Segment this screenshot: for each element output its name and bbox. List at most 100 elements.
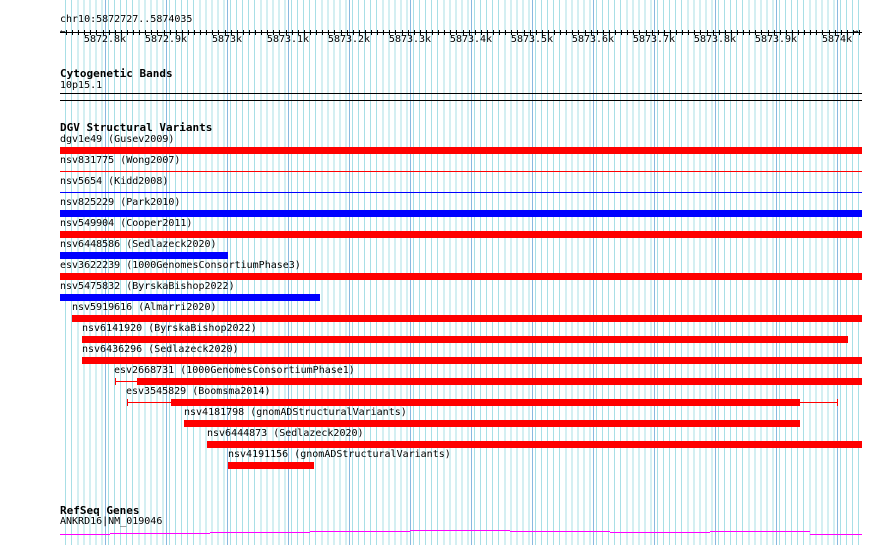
sv-feature-bar[interactable]	[60, 273, 862, 280]
sv-feature-label[interactable]: esv3622239 (1000GenomesConsortiumPhase3)	[60, 260, 301, 271]
sv-feature-end-tick[interactable]	[837, 399, 838, 406]
sv-feature-line[interactable]	[115, 381, 137, 382]
gene-segment[interactable]	[210, 532, 310, 533]
sv-feature-label[interactable]: nsv6436296 (Sedlazeck2020)	[82, 344, 239, 355]
sv-feature-line[interactable]	[60, 171, 862, 172]
sv-feature-end-tick[interactable]	[127, 399, 128, 406]
scale-tick	[487, 30, 488, 35]
sv-feature-bar[interactable]	[60, 210, 862, 217]
scale-tick	[249, 30, 250, 35]
scale-axis[interactable]	[60, 32, 862, 33]
scale-tick	[200, 30, 201, 35]
sv-feature-label[interactable]: nsv825229 (Park2010)	[60, 197, 180, 208]
gene-label[interactable]: ANKRD16|NM_019046	[60, 516, 162, 527]
scale-tick	[774, 30, 775, 35]
sv-feature-label[interactable]: nsv5475832 (ByrskaBishop2022)	[60, 281, 235, 292]
scale-tick	[438, 30, 439, 35]
cytoband-label[interactable]: 10p15.1	[60, 80, 102, 91]
scale-tick-label: 5873.1k	[266, 34, 310, 45]
gene-segment[interactable]	[510, 531, 610, 532]
sv-feature-label[interactable]: esv2668731 (1000GenomesConsortiumPhase1)	[114, 365, 355, 376]
sv-feature-label[interactable]: nsv6444873 (Sedlazeck2020)	[207, 428, 364, 439]
gene-segment[interactable]	[610, 532, 710, 533]
scale-tick	[597, 30, 598, 35]
gene-segment[interactable]	[710, 531, 810, 532]
sv-feature-bar[interactable]	[137, 378, 862, 385]
sv-feature-label[interactable]: nsv5654 (Kidd2008)	[60, 176, 168, 187]
sv-feature-line[interactable]	[800, 402, 837, 403]
sv-feature-bar[interactable]	[228, 462, 314, 469]
sv-feature-label[interactable]: dgv1e49 (Gusev2009)	[60, 134, 174, 145]
scale-tick	[322, 30, 323, 35]
scale-tick	[475, 30, 476, 35]
scale-tick	[279, 30, 280, 35]
scale-tick	[511, 30, 512, 35]
scale-tick	[719, 30, 720, 35]
scale-tick	[347, 30, 348, 35]
cytoband-bar[interactable]	[60, 93, 862, 94]
sv-feature-bar[interactable]	[60, 294, 320, 301]
sv-feature-bar[interactable]	[171, 399, 800, 406]
sv-feature-label[interactable]: nsv831775 (Wong2007)	[60, 155, 180, 166]
scale-tick	[182, 30, 183, 35]
scale-tick	[585, 30, 586, 35]
sv-feature-label[interactable]: nsv549904 (Cooper2011)	[60, 218, 192, 229]
scale-tick	[664, 30, 665, 35]
scale-tick	[432, 30, 433, 35]
scale-tick	[737, 30, 738, 35]
scale-tick	[609, 30, 610, 35]
scale-tick	[225, 30, 226, 35]
scale-tick	[743, 30, 744, 35]
scale-tick	[383, 30, 384, 35]
sv-feature-end-tick[interactable]	[115, 378, 116, 385]
scale-tick	[755, 30, 756, 35]
sv-feature-label[interactable]: nsv5919616 (Almarri2020)	[72, 302, 217, 313]
scale-tick	[542, 30, 543, 35]
scroll-left-arrow[interactable]: ←	[60, 27, 65, 37]
sv-feature-bar[interactable]	[82, 357, 862, 364]
scale-tick	[725, 30, 726, 35]
scale-tick	[524, 30, 525, 35]
scale-tick	[652, 30, 653, 35]
scale-tick	[768, 30, 769, 35]
gene-segment[interactable]	[110, 533, 210, 534]
sv-feature-bar[interactable]	[60, 231, 862, 238]
sv-feature-label[interactable]: nsv4181798 (gnomADStructuralVariants)	[184, 407, 407, 418]
sv-feature-label[interactable]: nsv4191156 (gnomADStructuralVariants)	[228, 449, 451, 460]
scale-tick	[810, 30, 811, 35]
gene-segment[interactable]	[410, 530, 510, 531]
sv-feature-line[interactable]	[60, 192, 862, 193]
scale-tick	[822, 30, 823, 35]
sv-feature-bar[interactable]	[207, 441, 862, 448]
sv-feature-label[interactable]: nsv6141920 (ByrskaBishop2022)	[82, 323, 257, 334]
scale-tick	[90, 30, 91, 35]
scale-tick	[548, 30, 549, 35]
gene-segment[interactable]	[310, 531, 410, 532]
sv-feature-bar[interactable]	[60, 147, 862, 154]
scale-tick	[341, 30, 342, 35]
scale-tick	[792, 30, 793, 35]
sv-feature-bar[interactable]	[184, 420, 800, 427]
sv-feature-label[interactable]: nsv6448586 (Sedlazeck2020)	[60, 239, 217, 250]
scale-tick	[670, 30, 671, 35]
scale-tick	[420, 30, 421, 35]
scale-tick	[505, 30, 506, 35]
gene-segment[interactable]	[60, 534, 110, 535]
sv-feature-line[interactable]	[127, 402, 171, 403]
scale-tick	[408, 30, 409, 35]
gene-segment[interactable]	[810, 534, 862, 535]
scale-tick	[426, 30, 427, 35]
scale-tick	[816, 30, 817, 35]
sv-feature-bar[interactable]	[60, 252, 228, 259]
scale-tick	[517, 30, 518, 35]
scale-tick	[676, 30, 677, 35]
scale-tick	[328, 30, 329, 35]
sv-feature-bar[interactable]	[82, 336, 848, 343]
scale-tick	[353, 30, 354, 35]
cytoband-track-title: Cytogenetic Bands	[60, 67, 173, 80]
scale-tick	[377, 30, 378, 35]
sv-feature-bar[interactable]	[72, 315, 862, 322]
sv-feature-label[interactable]: esv3545829 (Boomsma2014)	[126, 386, 271, 397]
scale-tick	[127, 30, 128, 35]
scale-tick	[121, 30, 122, 35]
